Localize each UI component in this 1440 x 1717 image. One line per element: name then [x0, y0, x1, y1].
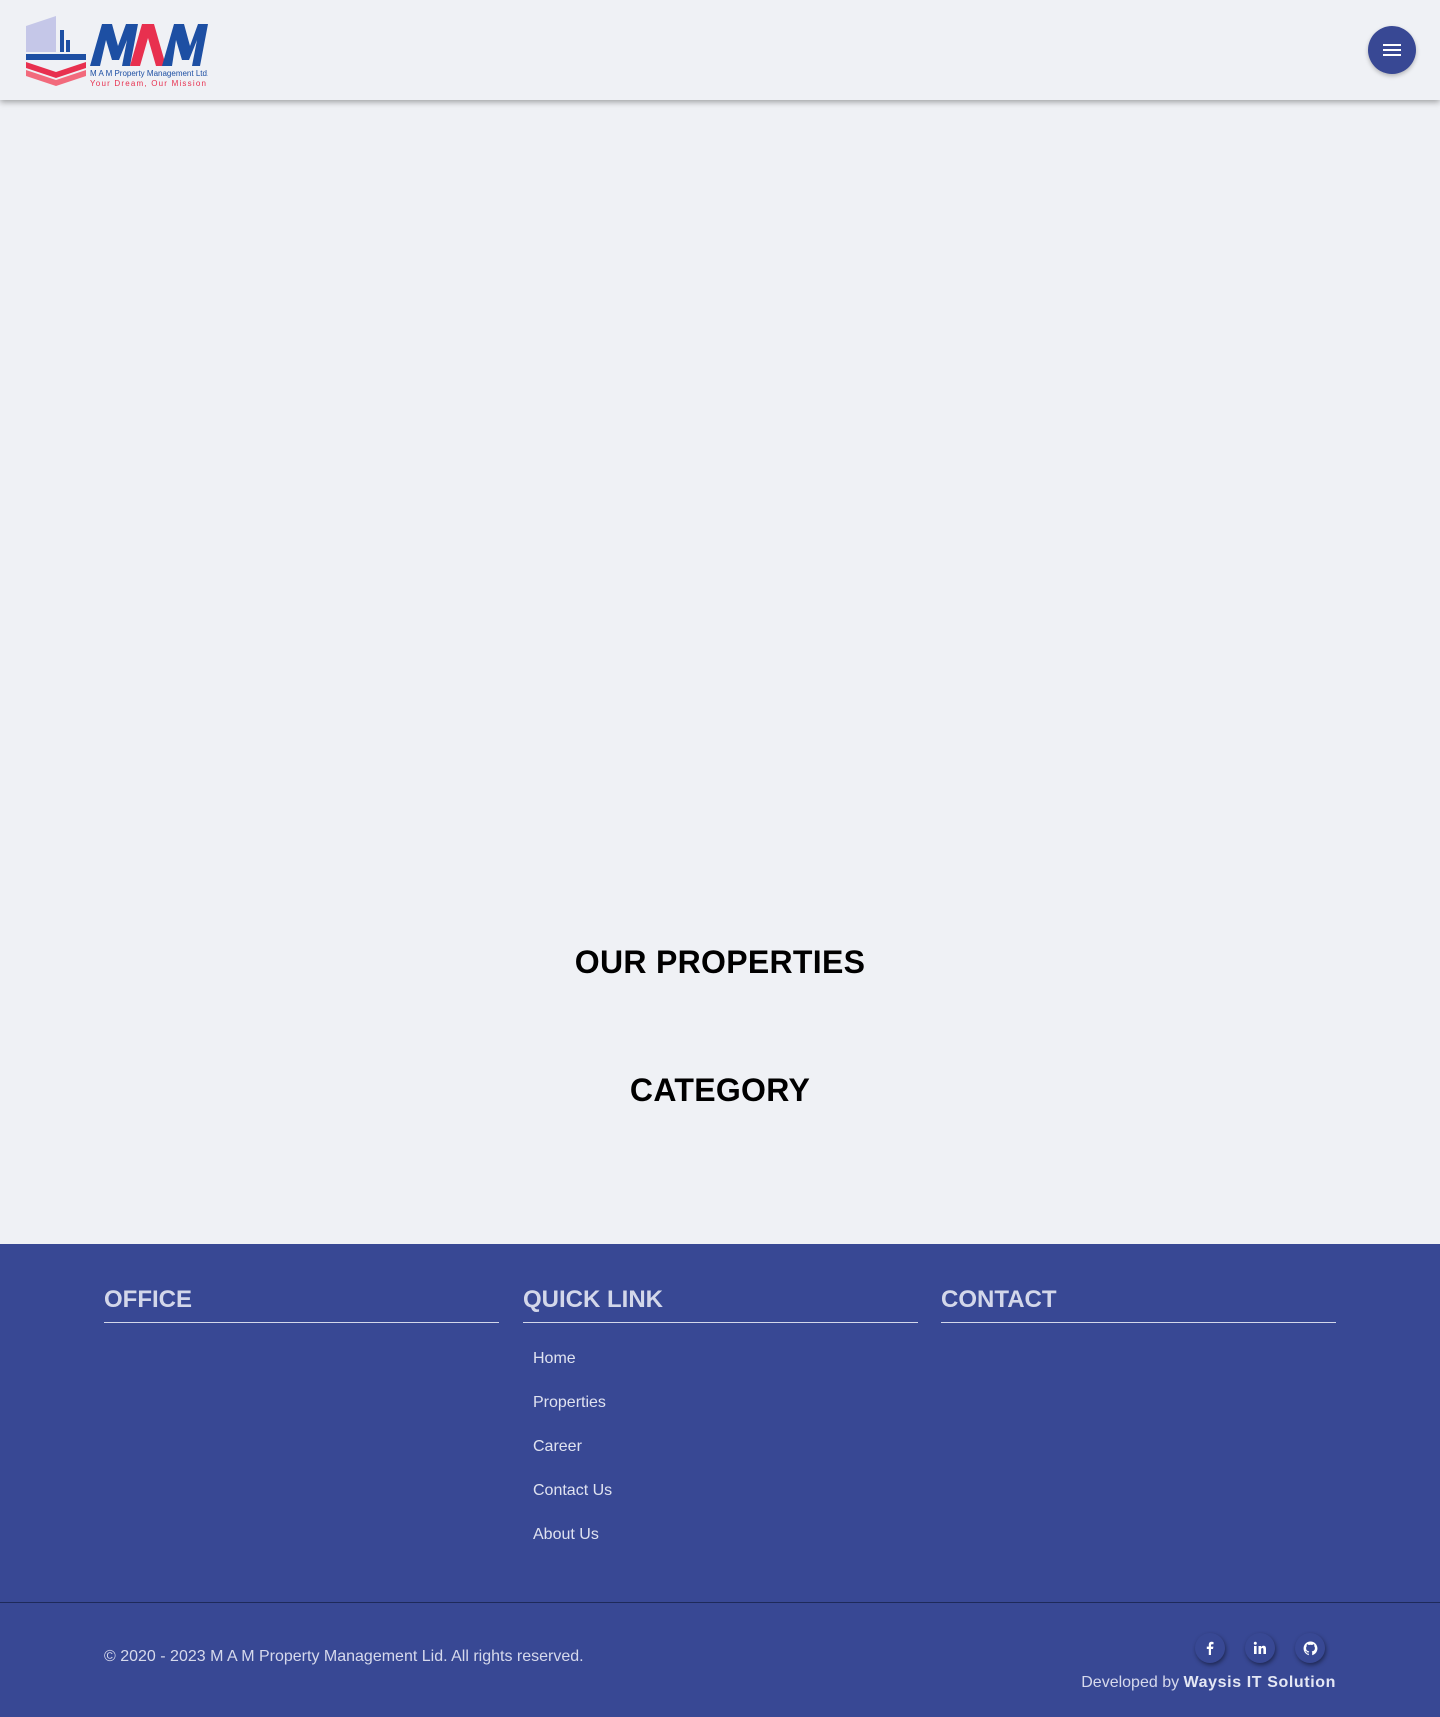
hamburger-menu-icon: [1383, 44, 1401, 56]
footer-link-properties[interactable]: Properties: [533, 1394, 606, 1411]
linkedin-button[interactable]: [1245, 1633, 1275, 1663]
list-item: Career: [533, 1437, 918, 1481]
contact-column: CONTACT: [941, 1286, 1336, 1323]
office-title: OFFICE: [104, 1286, 499, 1323]
list-item: About Us: [533, 1525, 918, 1569]
list-item: Contact Us: [533, 1481, 918, 1525]
our-properties-title: OUR PROPERTIES: [574, 944, 866, 980]
logo-company-name: M A M Property Management Ltd.: [90, 69, 208, 78]
office-column: OFFICE: [104, 1286, 499, 1323]
facebook-icon: [1206, 1641, 1214, 1655]
quick-links-list: Home Properties Career Contact Us About …: [523, 1349, 918, 1569]
footer-link-contact-us[interactable]: Contact Us: [533, 1482, 612, 1499]
copyright-text: © 2020 - 2023 M A M Property Management …: [104, 1648, 584, 1665]
footer-link-career[interactable]: Career: [533, 1438, 582, 1455]
list-item: Properties: [533, 1393, 918, 1437]
category-title: CATEGORY: [629, 1072, 811, 1108]
list-item: Home: [533, 1349, 918, 1393]
mam-building-logo-icon: M A M Property Management Ltd. Your Drea…: [26, 16, 209, 88]
footer-link-home[interactable]: Home: [533, 1350, 576, 1367]
menu-button[interactable]: [1368, 26, 1416, 74]
site-header: M A M Property Management Ltd. Your Drea…: [0, 0, 1440, 100]
site-footer: OFFICE QUICK LINK Home Properties Career…: [0, 1244, 1440, 1717]
github-icon: [1303, 1640, 1317, 1655]
quick-link-column: QUICK LINK Home Properties Career Contac…: [523, 1286, 918, 1569]
developer-name: Waysis IT Solution: [1183, 1674, 1336, 1691]
quick-link-title: QUICK LINK: [523, 1286, 918, 1323]
facebook-button[interactable]: [1195, 1633, 1225, 1663]
footer-divider: [0, 1602, 1440, 1603]
footer-link-about-us[interactable]: About Us: [533, 1526, 599, 1543]
company-logo[interactable]: M A M Property Management Ltd. Your Drea…: [26, 16, 209, 88]
linkedin-icon: [1253, 1641, 1266, 1654]
developed-by-label: Developed by: [1081, 1674, 1180, 1691]
developer-credit: Developed by Waysis IT Solution: [1081, 1674, 1336, 1692]
logo-tagline: Your Dream, Our Mission: [90, 79, 207, 88]
contact-title: CONTACT: [941, 1286, 1336, 1323]
github-button[interactable]: [1295, 1633, 1325, 1663]
